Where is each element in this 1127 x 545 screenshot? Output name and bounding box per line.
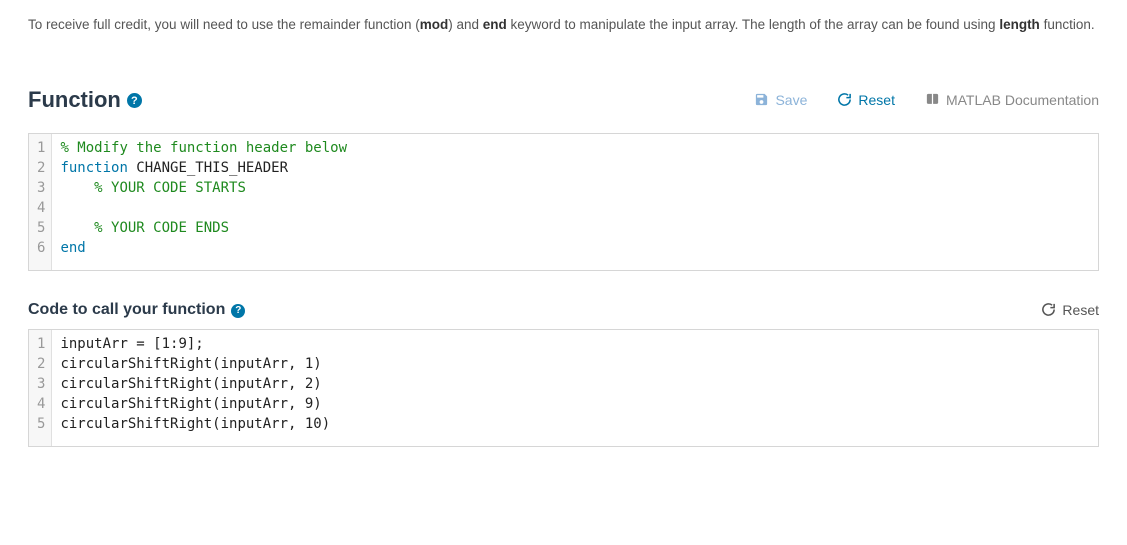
reset-label: Reset xyxy=(1062,302,1099,318)
docs-link[interactable]: MATLAB Documentation xyxy=(925,92,1099,108)
instructions-text: To receive full credit, you will need to… xyxy=(28,14,1099,37)
save-label: Save xyxy=(775,92,807,108)
help-icon[interactable]: ? xyxy=(127,93,142,108)
save-icon xyxy=(754,92,769,107)
call-section-header: Code to call your function ? Reset xyxy=(28,301,1099,319)
code-content[interactable]: inputArr = [1:9]; circularShiftRight(inp… xyxy=(52,330,1098,446)
action-bar: Reset xyxy=(1041,302,1099,318)
docs-label: MATLAB Documentation xyxy=(946,92,1099,108)
reset-icon xyxy=(837,92,852,107)
line-gutter: 1 2 3 4 5 xyxy=(29,330,52,446)
save-button[interactable]: Save xyxy=(754,92,807,108)
reset-label: Reset xyxy=(858,92,895,108)
help-icon[interactable]: ? xyxy=(231,304,245,318)
line-gutter: 1 2 3 4 5 6 xyxy=(29,134,52,270)
code-content[interactable]: % Modify the function header below funct… xyxy=(52,134,1098,270)
function-editor[interactable]: 1 2 3 4 5 6 % Modify the function header… xyxy=(28,133,1099,271)
function-section-header: Function ? Save Reset MATLAB Documentati… xyxy=(28,87,1099,113)
section-title: Function ? xyxy=(28,87,142,113)
title-text: Function xyxy=(28,87,121,113)
reset-button[interactable]: Reset xyxy=(837,92,895,108)
reset-button[interactable]: Reset xyxy=(1041,302,1099,318)
call-editor[interactable]: 1 2 3 4 5 inputArr = [1:9]; circularShif… xyxy=(28,329,1099,447)
title-text: Code to call your function xyxy=(28,301,225,319)
reset-icon xyxy=(1041,302,1056,317)
section-title: Code to call your function ? xyxy=(28,301,245,319)
action-bar: Save Reset MATLAB Documentation xyxy=(754,92,1099,108)
book-icon xyxy=(925,92,940,107)
